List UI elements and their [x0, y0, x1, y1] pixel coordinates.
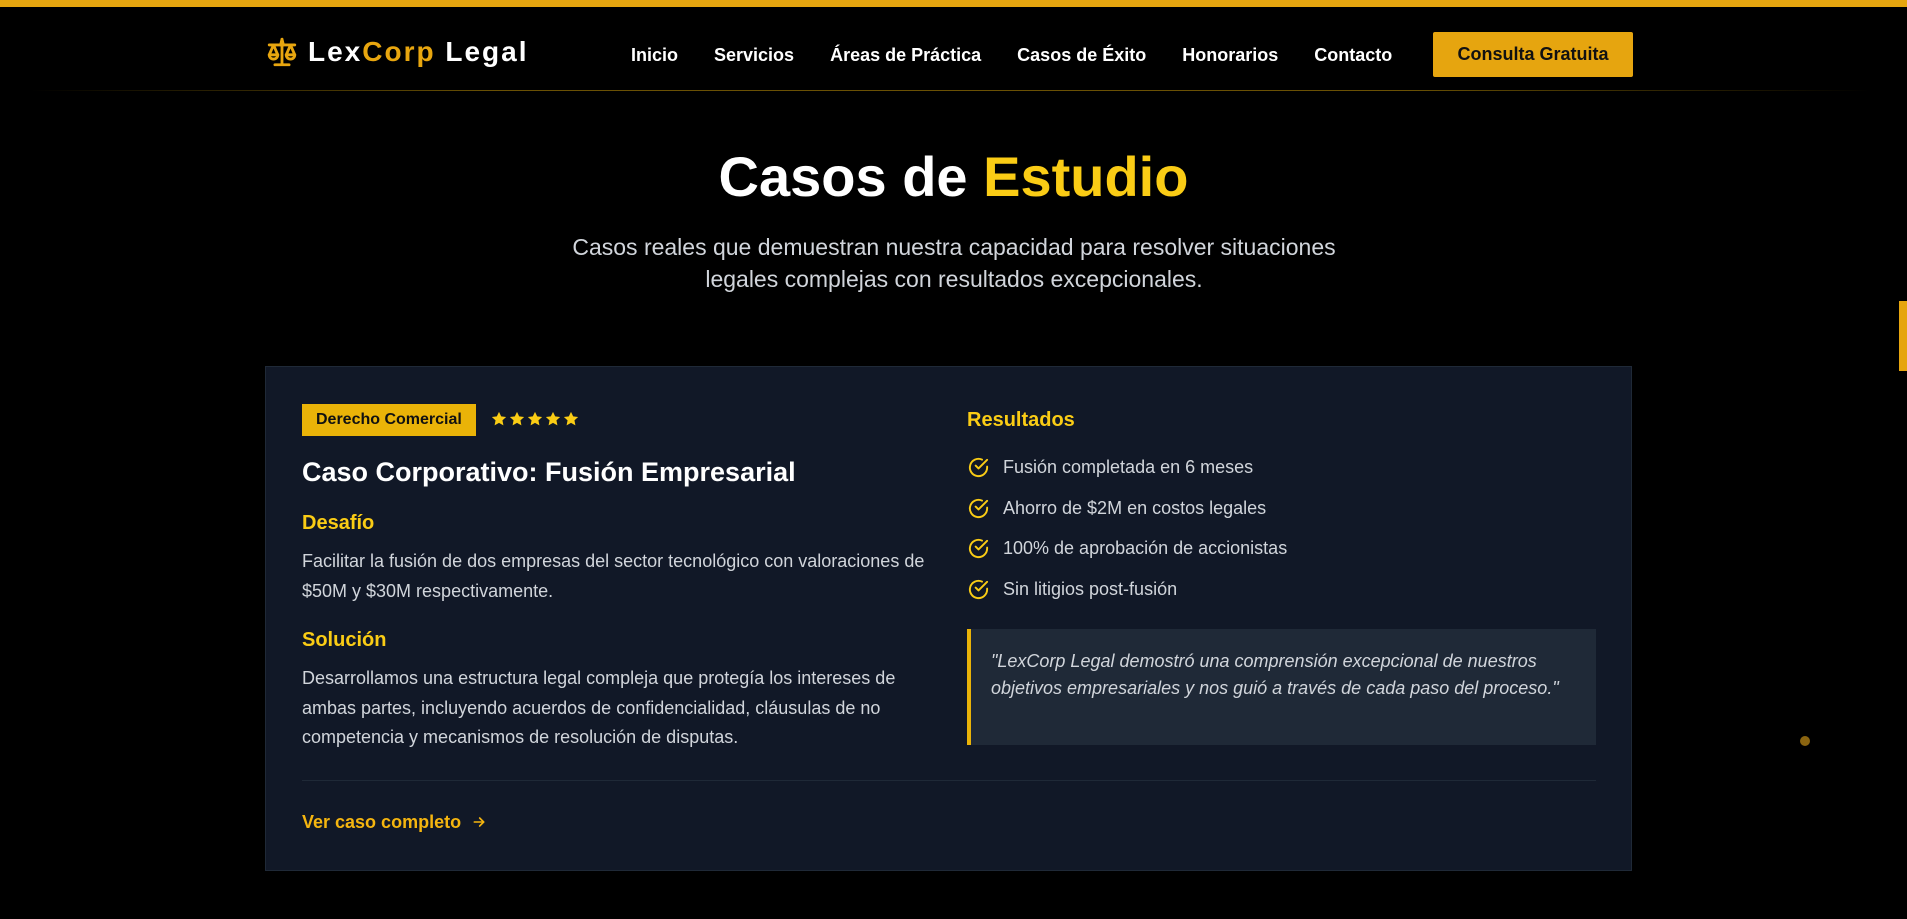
nav-contacto[interactable]: Contacto — [1314, 43, 1392, 67]
check-circle-icon — [968, 579, 989, 599]
nav-areas-de-practica[interactable]: Áreas de Práctica — [830, 43, 981, 67]
page-title: Casos de Estudio — [718, 145, 1189, 208]
check-circle-icon — [968, 457, 989, 478]
star-icon — [509, 411, 525, 426]
star-icon — [527, 411, 543, 426]
result-text: Ahorro de $2M en costos legales — [1003, 497, 1267, 518]
solution-text: Desarrollamos una estructura legal compl… — [302, 668, 896, 747]
testimonial-text: "LexCorp Legal demostró una comprensión … — [991, 651, 1559, 698]
view-full-case-label: Ver caso completo — [302, 812, 462, 832]
challenge-text: Facilitar la fusión de dos empresas del … — [302, 551, 925, 601]
card-divider — [302, 780, 1596, 781]
case-study-card: Derecho Comercial Caso Corporativo: Fusi… — [265, 366, 1632, 871]
nav-honorarios[interactable]: Honorarios — [1182, 43, 1278, 67]
free-consultation-button[interactable]: Consulta Gratuita — [1433, 32, 1633, 77]
list-item: 100% de aprobación de accionistas — [967, 536, 1287, 577]
category-badge: Derecho Comercial — [302, 404, 476, 436]
results-heading: Resultados — [967, 409, 1075, 431]
result-text: 100% de aprobación de accionistas — [1003, 538, 1288, 558]
page-subtitle: Casos reales que demuestran nuestra capa… — [572, 234, 1336, 292]
result-text: Fusión completada en 6 meses — [1003, 457, 1254, 477]
star-icon — [491, 411, 507, 426]
site-logo[interactable]: LexCorp Legal — [265, 35, 529, 69]
arrow-right-icon — [473, 817, 485, 827]
view-full-case-link[interactable]: Ver caso completo — [302, 810, 487, 834]
site-header: LexCorp Legal Inicio Servicios Áreas de … — [0, 7, 1907, 90]
check-circle-icon — [968, 498, 989, 518]
top-accent-bar — [0, 0, 1907, 7]
result-text: Sin litigios post-fusión — [1003, 578, 1178, 599]
rating-stars — [490, 410, 580, 428]
challenge-heading: Desafío — [302, 512, 375, 534]
check-circle-icon — [968, 538, 989, 559]
solution-heading: Solución — [302, 629, 387, 651]
nav-inicio[interactable]: Inicio — [631, 43, 678, 67]
main-nav: Inicio Servicios Áreas de Práctica Casos… — [631, 43, 1392, 67]
nav-servicios[interactable]: Servicios — [714, 43, 794, 67]
scales-of-justice-icon — [267, 37, 297, 67]
case-title: Caso Corporativo: Fusión Empresarial — [302, 457, 796, 487]
header-divider — [30, 90, 1870, 91]
star-icon — [545, 411, 561, 426]
testimonial-quote: "LexCorp Legal demostró una comprensión … — [967, 629, 1596, 745]
list-item: Ahorro de $2M en costos legales — [967, 496, 1287, 537]
star-icon — [563, 411, 579, 426]
list-item: Fusión completada en 6 meses — [967, 455, 1287, 496]
decorative-dot — [1800, 736, 1810, 746]
logo-text: LexCorp Legal — [308, 36, 529, 67]
scrollbar-thumb[interactable] — [1899, 301, 1907, 371]
results-list: Fusión completada en 6 meses Ahorro de $… — [967, 455, 1287, 617]
nav-casos-de-exito[interactable]: Casos de Éxito — [1017, 43, 1146, 67]
list-item: Sin litigios post-fusión — [967, 577, 1287, 618]
